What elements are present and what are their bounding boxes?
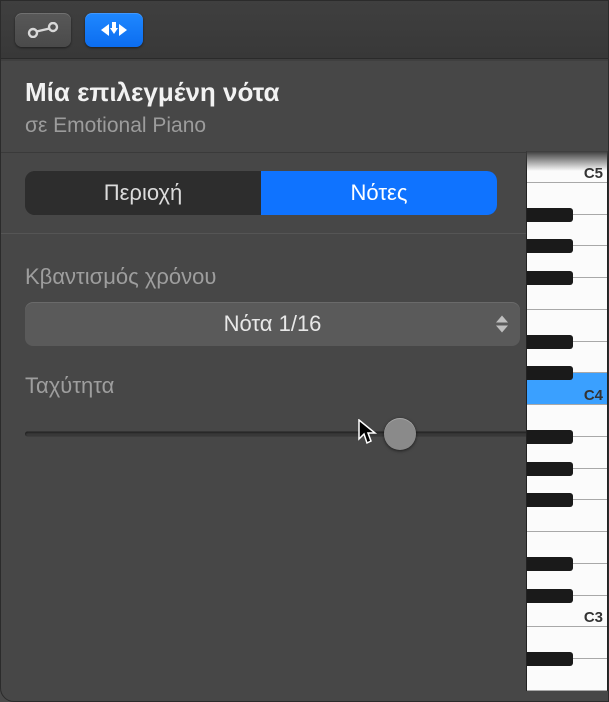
piano-keyboard[interactable]: C5C4C3 [526,151,608,691]
black-key[interactable] [527,271,573,285]
toolbar [1,1,608,59]
black-key[interactable] [527,239,573,253]
black-key[interactable] [527,208,573,222]
key-label: C4 [584,387,603,404]
black-key[interactable] [527,462,573,476]
tab-region-label: Περιοχή [104,180,183,206]
catch-playhead-button[interactable] [85,13,143,47]
velocity-slider[interactable] [25,420,584,448]
catch-icon [97,20,131,40]
black-key[interactable] [527,335,573,349]
velocity-label: Ταχύτητα [25,373,114,399]
tab-notes[interactable]: Νότες [261,171,497,215]
region-notes-segmented: Περιοχή Νότες [25,171,497,215]
selection-title: Μία επιλεγμένη νότα [25,77,584,108]
black-key[interactable] [527,589,573,603]
editor-panel: Μία επιλεγμένη νότα σε Emotional Piano Π… [0,0,609,702]
black-key[interactable] [527,652,573,666]
notes-body: Κβαντισμός χρόνου Νότα 1/16 Q Ταχύτητα 8… [1,233,608,448]
black-key[interactable] [527,430,573,444]
black-key[interactable] [527,557,573,571]
black-key[interactable] [527,366,573,380]
time-quantize-label: Κβαντισμός χρόνου [25,264,584,290]
tab-notes-label: Νότες [351,180,408,206]
selection-header: Μία επιλεγμένη νότα σε Emotional Piano [1,59,608,153]
time-quantize-value: Νότα 1/16 [224,311,322,337]
black-key[interactable] [527,493,573,507]
key-label: C3 [584,609,603,626]
time-quantize-select[interactable]: Νότα 1/16 [25,302,520,346]
automation-icon [27,22,59,38]
slider-track [25,432,584,437]
selection-subtitle: σε Emotional Piano [25,114,584,138]
stepper-icon [496,316,508,333]
slider-knob[interactable] [384,418,416,450]
time-quantize-row: Νότα 1/16 Q [25,302,584,346]
segmented-row: Περιοχή Νότες [1,153,608,215]
automation-button[interactable] [15,13,71,47]
tab-region[interactable]: Περιοχή [25,171,261,215]
piano-fade [526,151,608,171]
velocity-header: Ταχύτητα 85 [25,372,584,400]
